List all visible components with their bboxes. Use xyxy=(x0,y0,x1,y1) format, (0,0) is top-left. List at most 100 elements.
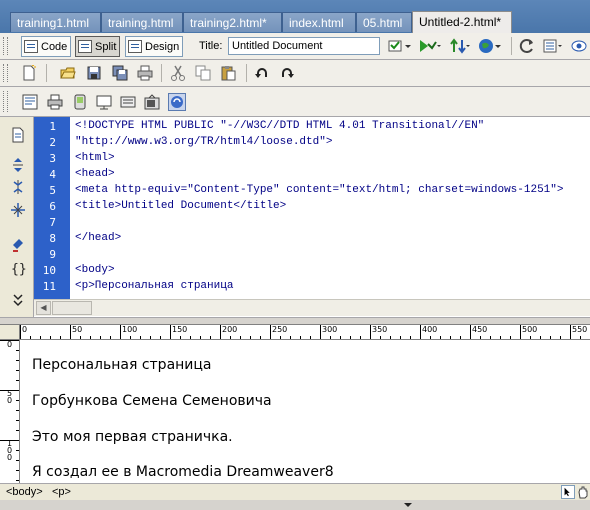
properties-panel-collapsed xyxy=(0,500,590,510)
code-line[interactable]: <p>Персональная страница xyxy=(75,280,233,292)
line-number: 3 xyxy=(49,152,56,165)
ruler-label: 500 xyxy=(522,325,538,334)
validate-markup-icon[interactable] xyxy=(418,38,442,54)
redo-icon[interactable] xyxy=(279,65,295,81)
ruler-label: 550 xyxy=(572,325,588,334)
code-line[interactable]: <head> xyxy=(75,168,115,180)
ruler-origin[interactable] xyxy=(0,325,20,340)
render-tty-media-icon[interactable] xyxy=(120,94,136,110)
line-number: 11 xyxy=(42,280,56,293)
tab-training1[interactable]: training1.html xyxy=(10,12,101,32)
standard-toolbar xyxy=(0,60,590,87)
split-view-divider[interactable] xyxy=(0,317,590,325)
code-horizontal-scrollbar[interactable]: ◀ xyxy=(34,299,590,316)
code-line[interactable]: </head> xyxy=(75,232,121,244)
tab-training2[interactable]: training2.html* xyxy=(183,12,282,32)
ruler-label: 0 xyxy=(22,325,28,334)
code-line[interactable]: <body> xyxy=(75,264,115,276)
line-number-gutter: 1 2 3 4 5 6 7 8 9 10 11 xyxy=(34,117,70,299)
paragraph[interactable]: Горбункова Семена Семеновича xyxy=(32,393,272,409)
more-tools-chevron-icon[interactable] xyxy=(10,292,26,308)
design-view[interactable]: Персональная страница Горбункова Семена … xyxy=(20,340,590,483)
toolbar-separator xyxy=(511,37,512,55)
tag-selector-p[interactable]: <p> xyxy=(52,486,71,498)
tab-index[interactable]: index.html xyxy=(282,12,356,32)
ruler-label: 100 xyxy=(7,439,13,462)
preview-in-browser-icon[interactable] xyxy=(478,38,502,54)
select-tool-icon[interactable] xyxy=(561,485,575,499)
save-all-icon[interactable] xyxy=(112,65,128,81)
paste-icon[interactable] xyxy=(220,65,236,81)
line-number: 4 xyxy=(49,168,56,181)
refresh-design-view-icon[interactable] xyxy=(519,38,535,54)
collapse-selection-icon[interactable] xyxy=(10,179,26,195)
cut-icon[interactable] xyxy=(170,65,186,81)
toolbar-grip[interactable] xyxy=(3,91,8,112)
render-screen-media-icon[interactable] xyxy=(22,94,38,110)
tab-05[interactable]: 05.html xyxy=(356,12,412,32)
ruler-label: 100 xyxy=(122,325,138,334)
toolbar-separator xyxy=(161,64,162,82)
open-icon[interactable] xyxy=(60,65,76,81)
visual-aids-icon[interactable] xyxy=(571,38,587,54)
toolbar-separator xyxy=(46,64,47,82)
tag-selector-body[interactable]: <body> xyxy=(6,486,43,498)
balance-braces-icon[interactable]: {} xyxy=(10,260,26,276)
file-management-icon[interactable] xyxy=(449,38,471,54)
ruler-label: 250 xyxy=(272,325,288,334)
ruler-label: 150 xyxy=(172,325,188,334)
coding-toolbar: {} xyxy=(0,117,34,317)
hand-tool-icon[interactable] xyxy=(577,485,589,499)
line-number: 5 xyxy=(49,184,56,197)
render-projection-media-icon[interactable] xyxy=(96,94,112,110)
toolbar-grip[interactable] xyxy=(3,64,8,82)
design-view-label: Design xyxy=(145,40,180,53)
line-number: 1 xyxy=(49,120,56,133)
new-document-icon[interactable] xyxy=(21,65,37,81)
collapse-full-tag-icon[interactable] xyxy=(10,157,26,173)
toggle-css-styles-icon[interactable] xyxy=(168,93,186,111)
open-documents-icon[interactable] xyxy=(10,127,26,143)
split-view-button[interactable]: Split xyxy=(75,36,121,57)
code-line[interactable]: <html> xyxy=(75,152,115,164)
title-label: Title: xyxy=(199,40,223,52)
scrollbar-thumb[interactable] xyxy=(52,301,92,315)
status-bar: <body> <p> xyxy=(0,483,590,500)
code-line[interactable]: <title>Untitled Document</title> xyxy=(75,200,286,212)
undo-icon[interactable] xyxy=(254,65,270,81)
tab-training[interactable]: training.html xyxy=(101,12,183,32)
line-number: 6 xyxy=(49,200,56,213)
expand-panel-arrow-icon[interactable] xyxy=(400,501,416,509)
ruler-label: 200 xyxy=(222,325,238,334)
scroll-left-arrow-icon[interactable]: ◀ xyxy=(36,301,51,315)
code-view[interactable]: <!DOCTYPE HTML PUBLIC "-//W3C//DTD HTML … xyxy=(0,117,590,317)
view-options-icon[interactable] xyxy=(543,38,565,54)
render-handheld-media-icon[interactable] xyxy=(72,94,88,110)
select-parent-tag-icon[interactable] xyxy=(10,237,26,253)
split-view-icon xyxy=(78,40,92,53)
paragraph[interactable]: Я создал ее в Macromedia Dreamweaver8 xyxy=(32,464,334,480)
code-line[interactable]: <!DOCTYPE HTML PUBLIC "-//W3C//DTD HTML … xyxy=(75,120,484,132)
expand-all-icon[interactable] xyxy=(10,202,26,218)
tab-untitled-2[interactable]: Untitled-2.html* xyxy=(412,11,512,33)
no-browser-check-errors-icon[interactable] xyxy=(388,38,412,54)
copy-icon[interactable] xyxy=(195,65,211,81)
paragraph[interactable]: Персональная страница xyxy=(32,357,212,373)
code-line[interactable]: "http://www.w3.org/TR/html4/loose.dtd"> xyxy=(75,136,332,148)
code-line[interactable]: <meta http-equiv="Content-Type" content=… xyxy=(75,184,563,196)
document-tab-bar: training1.html training.html training2.h… xyxy=(0,0,590,33)
code-view-button[interactable]: Code xyxy=(21,36,72,57)
render-print-media-icon[interactable] xyxy=(47,94,63,110)
document-title-input[interactable] xyxy=(228,37,380,55)
render-tv-media-icon[interactable] xyxy=(144,94,160,110)
code-view-label: Code xyxy=(41,40,68,53)
print-code-icon[interactable] xyxy=(137,65,153,81)
split-view-label: Split xyxy=(95,40,117,53)
toolbar-grip[interactable] xyxy=(3,37,8,55)
line-number: 7 xyxy=(49,216,56,229)
design-view-icon xyxy=(128,40,142,53)
horizontal-ruler: 0 50 100 150 200 250 300 350 400 450 500… xyxy=(20,325,590,340)
design-view-button[interactable]: Design xyxy=(125,36,184,57)
save-icon[interactable] xyxy=(86,65,102,81)
paragraph[interactable]: Это моя первая страничка. xyxy=(32,429,233,445)
